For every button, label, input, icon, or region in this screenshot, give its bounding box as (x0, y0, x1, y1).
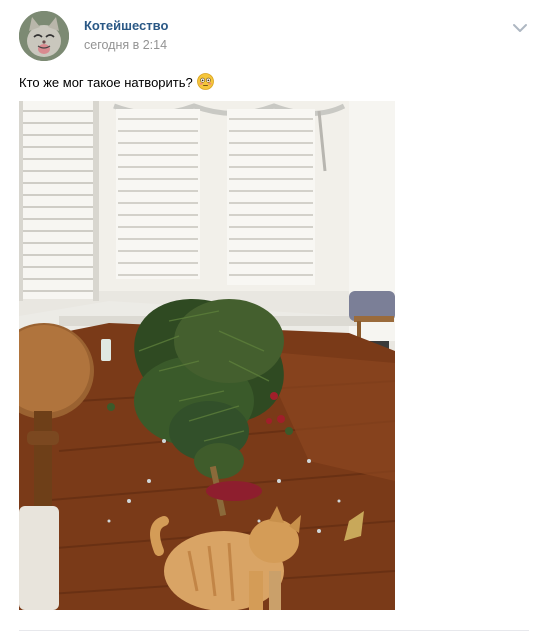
post-timestamp-link[interactable]: сегодня в 2:14 (84, 38, 167, 52)
author-name-link[interactable]: Котейшество (84, 18, 168, 33)
chevron-down-icon[interactable] (510, 20, 530, 36)
cat-avatar-icon (19, 11, 69, 61)
post-text: Кто же мог такое натворить? (19, 73, 214, 92)
post: Котейшество сегодня в 2:14 Кто же мог та… (0, 0, 547, 634)
post-photo[interactable] (19, 101, 395, 610)
flushed-face-emoji-icon (196, 73, 214, 90)
post-text-content: Кто же мог такое натворить? (19, 75, 193, 90)
post-divider (19, 630, 529, 631)
author-avatar[interactable] (19, 11, 69, 61)
fallen-christmas-tree-photo (19, 101, 395, 610)
